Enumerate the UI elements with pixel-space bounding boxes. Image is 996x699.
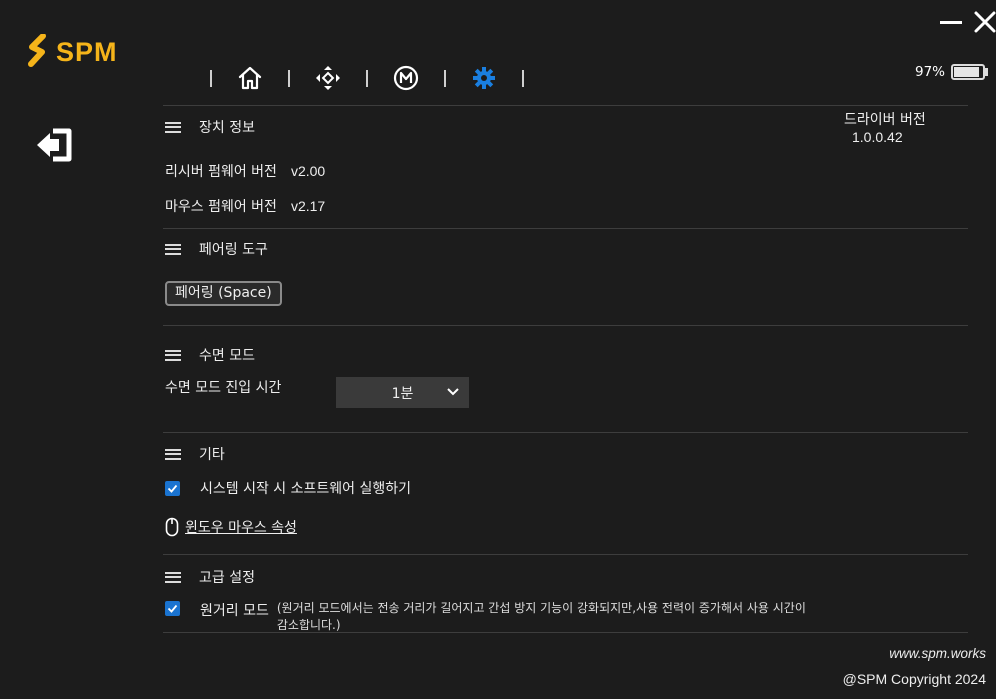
list-icon	[165, 571, 181, 583]
chevron-down-icon	[447, 388, 459, 396]
battery-percent: 97%	[915, 64, 946, 80]
long-range-note: (원거리 모드에서는 전송 거리가 길어지고 간섭 방지 기능이 강화되지만,사…	[277, 600, 867, 634]
nav-home[interactable]	[212, 62, 288, 94]
divider	[163, 228, 968, 229]
list-icon	[165, 349, 181, 361]
battery-icon	[951, 64, 986, 80]
section-title: 수면 모드	[199, 348, 255, 364]
driver-version-label: 드라이버 버전	[844, 112, 926, 128]
driver-version-value: 1.0.0.42	[852, 129, 903, 145]
sleep-time-value: 1분	[391, 385, 414, 402]
long-range-label: 원거리 모드	[200, 603, 269, 619]
startup-label: 시스템 시작 시 소프트웨어 실행하기	[200, 481, 411, 497]
nav-macro[interactable]	[368, 62, 444, 94]
mouse-firmware-row: 마우스 펌웨어 버전 v2.17	[165, 196, 325, 216]
back-button[interactable]	[35, 125, 75, 165]
long-range-note-line1: (원거리 모드에서는 전송 거리가 길어지고 간섭 방지 기능이 강화되지만,사…	[276, 601, 806, 615]
app-logo: SPM	[28, 34, 118, 70]
divider	[163, 632, 968, 633]
long-range-row: 원거리 모드 (원거리 모드에서는 전송 거리가 길어지고 간섭 방지 기능이 …	[165, 600, 867, 634]
section-advanced: 고급 설정	[163, 567, 255, 587]
nav-divider	[522, 69, 524, 87]
divider	[163, 554, 968, 555]
list-icon	[165, 243, 181, 255]
copyright-text: @SPM Copyright 2024	[842, 671, 986, 687]
home-icon	[238, 66, 262, 90]
sleep-entry-label: 수면 모드 진입 시간	[165, 380, 282, 396]
battery-tip	[985, 68, 989, 76]
macro-m-icon	[393, 65, 419, 91]
section-title: 고급 설정	[199, 570, 255, 586]
spm-logo-icon	[28, 34, 46, 67]
pairing-button[interactable]: 페어링 (Space)	[165, 281, 282, 306]
long-range-note-line2: 감소합니다.)	[276, 618, 341, 632]
divider	[163, 325, 968, 326]
battery-fill	[954, 67, 980, 77]
list-icon	[165, 121, 181, 133]
startup-row: 시스템 시작 시 소프트웨어 실행하기	[165, 478, 411, 498]
receiver-firmware-row: 리시버 펌웨어 버전 v2.00	[165, 161, 325, 181]
close-icon	[974, 11, 996, 33]
section-title: 기타	[199, 447, 225, 463]
receiver-firmware-label: 리시버 펌웨어 버전	[165, 164, 277, 180]
gear-icon	[473, 67, 495, 89]
section-title: 페어링 도구	[199, 242, 268, 258]
driver-version: 드라이버 버전1.0.0.42	[844, 109, 968, 146]
nav-button-assign[interactable]	[290, 62, 366, 94]
exit-arrow-icon	[37, 128, 72, 162]
startup-checkbox[interactable]	[165, 480, 180, 496]
mouse-icon	[165, 517, 179, 537]
section-device-info: 장치 정보	[163, 117, 255, 137]
receiver-firmware-value: v2.00	[290, 163, 326, 179]
logo-text: SPM	[56, 36, 118, 67]
move-arrows-icon	[316, 66, 340, 90]
long-range-checkbox[interactable]	[165, 601, 180, 616]
mouse-properties-row: 윈도우 마우스 속성	[165, 517, 297, 537]
divider	[163, 432, 968, 433]
sleep-entry-row: 수면 모드 진입 시간	[165, 377, 281, 397]
top-nav	[210, 62, 524, 94]
checkmark-icon	[167, 604, 178, 613]
nav-settings[interactable]	[446, 62, 522, 94]
website-link[interactable]: www.spm.works	[889, 646, 986, 661]
checkmark-icon	[167, 484, 178, 493]
section-title: 장치 정보	[199, 120, 255, 136]
sleep-time-dropdown[interactable]: 1분	[336, 377, 469, 408]
section-sleep-mode: 수면 모드	[163, 345, 255, 365]
mouse-properties-link[interactable]: 윈도우 마우스 속성	[185, 517, 297, 537]
mouse-firmware-value: v2.17	[290, 198, 326, 214]
close-button[interactable]	[973, 10, 996, 34]
section-misc: 기타	[163, 444, 225, 464]
section-pairing: 페어링 도구	[163, 239, 268, 259]
battery-status: 97%	[915, 64, 989, 80]
mouse-firmware-label: 마우스 펌웨어 버전	[165, 199, 277, 215]
list-icon	[165, 448, 181, 460]
divider	[163, 105, 968, 106]
minimize-button[interactable]	[940, 12, 962, 32]
